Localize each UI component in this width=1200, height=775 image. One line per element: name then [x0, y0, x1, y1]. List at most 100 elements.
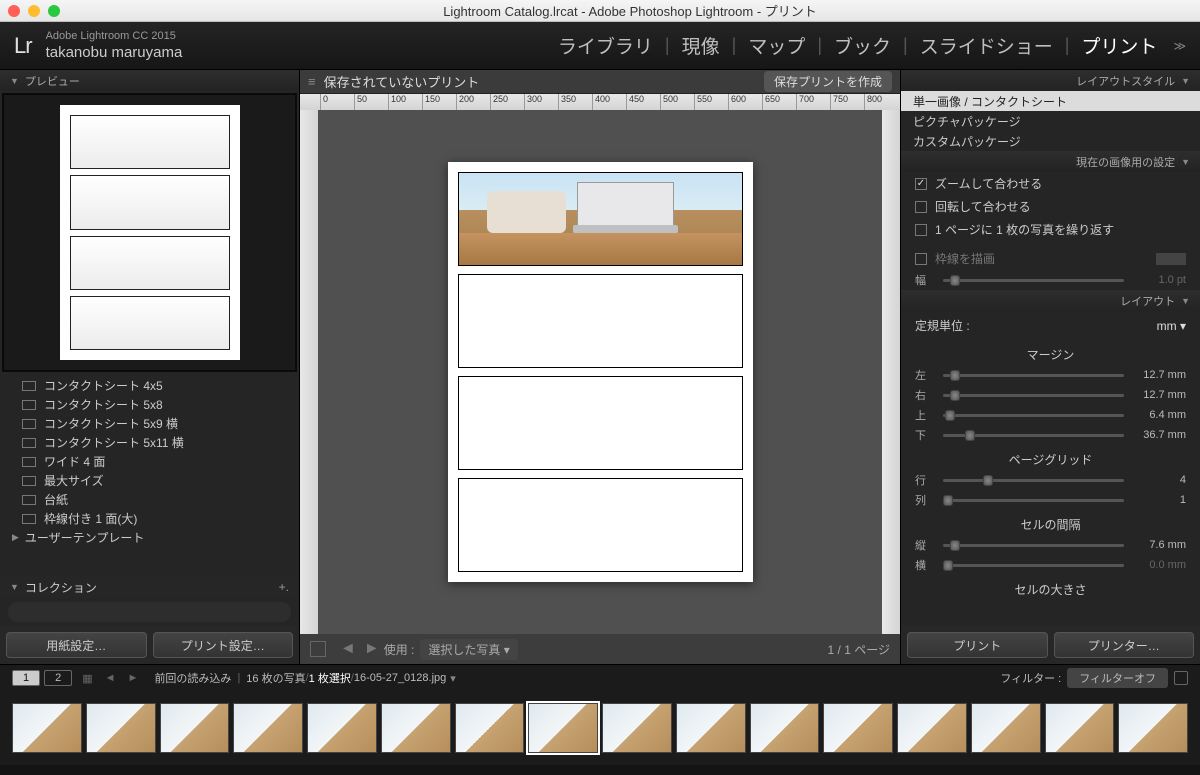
print-cell[interactable]: [458, 376, 743, 470]
print-settings-button[interactable]: プリント設定…: [153, 632, 294, 658]
preview-panel-header[interactable]: ▼ プレビュー: [0, 70, 299, 91]
layout-style-header[interactable]: レイアウトスタイル ▼: [901, 70, 1200, 91]
unsaved-print-label: 保存されていないプリント: [324, 72, 480, 91]
margin-bottom-slider[interactable]: 下36.7 mm: [901, 425, 1200, 445]
page-setup-button[interactable]: 用紙設定…: [6, 632, 147, 658]
layout-header[interactable]: レイアウト ▼: [901, 290, 1200, 311]
filmstrip-thumb[interactable]: [823, 703, 893, 753]
printer-button[interactable]: プリンター…: [1054, 632, 1195, 658]
print-cell[interactable]: [458, 478, 743, 572]
grid-view-icon[interactable]: ▦: [82, 672, 92, 685]
style-single-contact[interactable]: 単一画像 / コンタクトシート: [901, 91, 1200, 111]
app-logo: Lr: [14, 33, 32, 59]
horizontal-ruler: 0501001502002503003504004505005506006507…: [300, 94, 900, 110]
filmstrip-thumb[interactable]: [602, 703, 672, 753]
minimize-icon[interactable]: [28, 5, 40, 17]
vspacing-slider[interactable]: 縦7.6 mm: [901, 535, 1200, 555]
template-item[interactable]: ワイド 4 面: [0, 452, 299, 471]
filmstrip-thumb[interactable]: [1045, 703, 1115, 753]
rotate-to-fit-checkbox[interactable]: 回転して合わせる: [901, 195, 1200, 218]
repeat-photo-checkbox[interactable]: 1 ページに 1 枚の写真を繰り返す: [901, 218, 1200, 241]
template-item[interactable]: コンタクトシート 5x11 横: [0, 433, 299, 452]
filmstrip: 1 2 ▦ ◄ ► 前回の読み込み | 16 枚の写真 / 1 枚選択 / 16…: [0, 664, 1200, 775]
zoom-icon[interactable]: [48, 5, 60, 17]
template-item[interactable]: コンタクトシート 5x8: [0, 395, 299, 414]
stroke-border-checkbox[interactable]: 枠線を描画: [901, 247, 1200, 270]
filmstrip-thumbnails[interactable]: [0, 691, 1200, 765]
screen-2-button[interactable]: 2: [44, 670, 72, 686]
filmstrip-thumb[interactable]: [307, 703, 377, 753]
next-page-icon[interactable]: ►: [364, 640, 380, 658]
window-titlebar: Lightroom Catalog.lrcat - Adobe Photosho…: [0, 0, 1200, 22]
rows-slider[interactable]: 行4: [901, 470, 1200, 490]
filmstrip-thumb[interactable]: [381, 703, 451, 753]
filmstrip-thumb[interactable]: [528, 703, 598, 753]
chevron-down-icon[interactable]: ▾: [450, 672, 456, 685]
filmstrip-thumb[interactable]: [86, 703, 156, 753]
identity-plate[interactable]: Adobe Lightroom CC 2015 takanobu maruyam…: [46, 29, 183, 63]
filter-lock-icon[interactable]: [1174, 671, 1188, 685]
template-item[interactable]: 枠線付き 1 面(大): [0, 509, 299, 528]
filmstrip-source[interactable]: 前回の読み込み: [154, 670, 231, 686]
filmstrip-thumb[interactable]: [750, 703, 820, 753]
filmstrip-thumb[interactable]: [897, 703, 967, 753]
margin-right-slider[interactable]: 右12.7 mm: [901, 385, 1200, 405]
preview-slot: [70, 236, 230, 290]
use-photos-select[interactable]: 選択した写真 ▾: [420, 639, 517, 660]
filmstrip-thumb[interactable]: [233, 703, 303, 753]
filmstrip-info: 1 2 ▦ ◄ ► 前回の読み込み | 16 枚の写真 / 1 枚選択 / 16…: [0, 665, 1200, 691]
module-1[interactable]: 現像: [670, 32, 732, 59]
prev-photo-icon[interactable]: ◄: [105, 672, 116, 684]
filmstrip-thumb[interactable]: [676, 703, 746, 753]
user-name: takanobu maruyama: [46, 43, 183, 63]
drag-handle-icon[interactable]: ≡: [308, 74, 316, 89]
hspacing-slider[interactable]: 横0.0 mm: [901, 555, 1200, 575]
margin-left-slider[interactable]: 左12.7 mm: [901, 365, 1200, 385]
left-footer: 用紙設定… プリント設定…: [0, 626, 299, 664]
margin-top-slider[interactable]: 上6.4 mm: [901, 405, 1200, 425]
print-page[interactable]: [448, 162, 753, 582]
template-browser[interactable]: コンタクトシート 4x5コンタクトシート 5x8コンタクトシート 5x9 横コン…: [0, 374, 299, 576]
filmstrip-thumb[interactable]: [971, 703, 1041, 753]
chevron-right-icon[interactable]: ≫: [1173, 39, 1186, 53]
filmstrip-thumb[interactable]: [12, 703, 82, 753]
filter-select[interactable]: フィルターオフ: [1067, 668, 1168, 688]
template-icon: [22, 457, 36, 467]
filmstrip-thumb[interactable]: [1118, 703, 1188, 753]
template-item[interactable]: コンタクトシート 4x5: [0, 376, 299, 395]
image-settings-header[interactable]: 現在の画像用の設定 ▼: [901, 151, 1200, 172]
print-cell[interactable]: [458, 172, 743, 266]
module-4[interactable]: スライドショー: [908, 32, 1065, 59]
collections-filter-input[interactable]: [8, 602, 291, 622]
print-canvas[interactable]: [318, 110, 882, 634]
ruler-units-select[interactable]: 定規単位 : mm ▾: [901, 311, 1200, 340]
preview-slot: [70, 115, 230, 169]
collections-header[interactable]: ▼ コレクション +.: [0, 576, 299, 598]
print-button[interactable]: プリント: [907, 632, 1048, 658]
prev-page-icon[interactable]: ◄: [340, 640, 356, 658]
selection-toggle[interactable]: [310, 641, 326, 657]
left-panel: ▼ プレビュー コンタクトシート 4x5コンタクトシート 5x8コンタクトシート…: [0, 70, 300, 664]
template-item[interactable]: 台紙: [0, 490, 299, 509]
filmstrip-thumb[interactable]: [160, 703, 230, 753]
module-5[interactable]: プリント: [1069, 32, 1169, 59]
module-2[interactable]: マップ: [736, 32, 817, 59]
screen-1-button[interactable]: 1: [12, 670, 40, 686]
cols-slider[interactable]: 列1: [901, 490, 1200, 510]
style-picture-package[interactable]: ピクチャパッケージ: [901, 111, 1200, 131]
module-0[interactable]: ライブラリ: [546, 32, 665, 59]
style-custom-package[interactable]: カスタムパッケージ: [901, 131, 1200, 151]
zoom-to-fill-checkbox[interactable]: ✓ズームして合わせる: [901, 172, 1200, 195]
preview-title: プレビュー: [25, 73, 80, 89]
add-collection-icon[interactable]: +.: [279, 580, 289, 594]
template-item[interactable]: コンタクトシート 5x9 横: [0, 414, 299, 433]
filmstrip-thumb[interactable]: [455, 703, 525, 753]
print-cell[interactable]: [458, 274, 743, 368]
create-saved-print-button[interactable]: 保存プリントを作成: [764, 71, 892, 92]
template-item[interactable]: 最大サイズ: [0, 471, 299, 490]
border-width-slider[interactable]: 幅1.0 pt: [901, 270, 1200, 290]
next-photo-icon[interactable]: ►: [128, 672, 139, 684]
module-3[interactable]: ブック: [822, 32, 903, 59]
user-templates-folder[interactable]: ▶ユーザーテンプレート: [0, 528, 299, 547]
close-icon[interactable]: [8, 5, 20, 17]
